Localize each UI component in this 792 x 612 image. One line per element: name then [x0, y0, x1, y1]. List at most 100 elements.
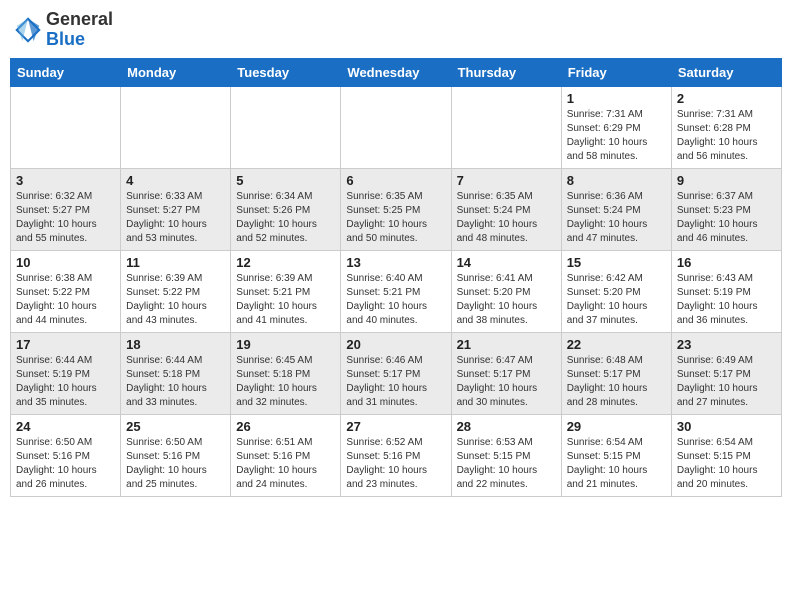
calendar-cell: 2 Sunrise: 7:31 AM Sunset: 6:28 PM Daylig…: [671, 86, 781, 168]
day-number: 20: [346, 337, 445, 352]
weekday-header-monday: Monday: [121, 58, 231, 86]
calendar-cell: [231, 86, 341, 168]
day-number: 6: [346, 173, 445, 188]
day-info: Sunrise: 6:35 AM Sunset: 5:24 PM Dayligh…: [457, 190, 556, 246]
calendar-cell: 26Sunrise: 6:51 AM Sunset: 5:16 PM Dayli…: [231, 414, 341, 496]
week-row-5: 24 Sunrise: 6:50 AM Sunset: 5:16 PM Dayli…: [11, 414, 782, 496]
calendar-cell: 19Sunrise: 6:45 AM Sunset: 5:18 PM Dayli…: [231, 332, 341, 414]
day-info: Sunrise: 6:41 AM Sunset: 5:20 PM Dayligh…: [457, 272, 556, 328]
calendar-cell: 21 Sunrise: 6:47 AM Sunset: 5:17 PM Dayli…: [451, 332, 561, 414]
day-number: 15: [567, 255, 666, 270]
day-info: Sunrise: 6:37 AM Sunset: 5:23 PM Dayligh…: [677, 190, 776, 246]
week-row-3: 10 Sunrise: 6:38 AM Sunset: 5:22 PM Dayli…: [11, 250, 782, 332]
day-number: 17: [16, 337, 115, 352]
day-info: Sunrise: 6:38 AM Sunset: 5:22 PM Dayligh…: [16, 272, 115, 328]
calendar-cell: [341, 86, 451, 168]
calendar-cell: 6Sunrise: 6:35 AM Sunset: 5:25 PM Daylig…: [341, 168, 451, 250]
logo-icon: [14, 16, 42, 44]
weekday-header-tuesday: Tuesday: [231, 58, 341, 86]
calendar-cell: 24 Sunrise: 6:50 AM Sunset: 5:16 PM Dayli…: [11, 414, 121, 496]
day-number: 1: [567, 91, 666, 106]
day-number: 21: [457, 337, 556, 352]
day-number: 19: [236, 337, 335, 352]
week-row-4: 17 Sunrise: 6:44 AM Sunset: 5:19 PM Dayli…: [11, 332, 782, 414]
day-number: 18: [126, 337, 225, 352]
calendar-cell: 28 Sunrise: 6:53 AM Sunset: 5:15 PM Dayli…: [451, 414, 561, 496]
day-info: Sunrise: 6:52 AM Sunset: 5:16 PM Dayligh…: [346, 436, 445, 492]
day-number: 13: [346, 255, 445, 270]
day-number: 4: [126, 173, 225, 188]
logo: General Blue: [14, 10, 113, 50]
day-number: 12: [236, 255, 335, 270]
day-info: Sunrise: 6:42 AM Sunset: 5:20 PM Dayligh…: [567, 272, 666, 328]
day-info: Sunrise: 6:39 AM Sunset: 5:21 PM Dayligh…: [236, 272, 335, 328]
day-number: 7: [457, 173, 556, 188]
day-info: Sunrise: 6:53 AM Sunset: 5:15 PM Dayligh…: [457, 436, 556, 492]
day-info: Sunrise: 6:36 AM Sunset: 5:24 PM Dayligh…: [567, 190, 666, 246]
day-info: Sunrise: 6:51 AM Sunset: 5:16 PM Dayligh…: [236, 436, 335, 492]
weekday-header-row: SundayMondayTuesdayWednesdayThursdayFrid…: [11, 58, 782, 86]
day-info: Sunrise: 6:39 AM Sunset: 5:22 PM Dayligh…: [126, 272, 225, 328]
day-info: Sunrise: 6:32 AM Sunset: 5:27 PM Dayligh…: [16, 190, 115, 246]
day-number: 8: [567, 173, 666, 188]
day-number: 16: [677, 255, 776, 270]
day-number: 25: [126, 419, 225, 434]
calendar-cell: 25Sunrise: 6:50 AM Sunset: 5:16 PM Dayli…: [121, 414, 231, 496]
weekday-header-wednesday: Wednesday: [341, 58, 451, 86]
day-info: Sunrise: 6:50 AM Sunset: 5:16 PM Dayligh…: [16, 436, 115, 492]
calendar-cell: 23 Sunrise: 6:49 AM Sunset: 5:17 PM Dayli…: [671, 332, 781, 414]
day-info: Sunrise: 6:43 AM Sunset: 5:19 PM Dayligh…: [677, 272, 776, 328]
day-info: Sunrise: 6:44 AM Sunset: 5:19 PM Dayligh…: [16, 354, 115, 410]
day-info: Sunrise: 6:48 AM Sunset: 5:17 PM Dayligh…: [567, 354, 666, 410]
calendar-cell: 15 Sunrise: 6:42 AM Sunset: 5:20 PM Dayli…: [561, 250, 671, 332]
day-info: Sunrise: 6:54 AM Sunset: 5:15 PM Dayligh…: [567, 436, 666, 492]
calendar-cell: 16 Sunrise: 6:43 AM Sunset: 5:19 PM Dayli…: [671, 250, 781, 332]
weekday-header-saturday: Saturday: [671, 58, 781, 86]
calendar-cell: 12 Sunrise: 6:39 AM Sunset: 5:21 PM Dayli…: [231, 250, 341, 332]
day-info: Sunrise: 6:34 AM Sunset: 5:26 PM Dayligh…: [236, 190, 335, 246]
calendar-cell: 5 Sunrise: 6:34 AM Sunset: 5:26 PM Daylig…: [231, 168, 341, 250]
calendar-cell: [121, 86, 231, 168]
day-number: 22: [567, 337, 666, 352]
calendar-cell: 4 Sunrise: 6:33 AM Sunset: 5:27 PM Daylig…: [121, 168, 231, 250]
logo-blue: Blue: [46, 30, 113, 50]
weekday-header-thursday: Thursday: [451, 58, 561, 86]
day-info: Sunrise: 6:40 AM Sunset: 5:21 PM Dayligh…: [346, 272, 445, 328]
day-number: 28: [457, 419, 556, 434]
calendar-cell: 30 Sunrise: 6:54 AM Sunset: 5:15 PM Dayli…: [671, 414, 781, 496]
day-info: Sunrise: 7:31 AM Sunset: 6:28 PM Dayligh…: [677, 108, 776, 164]
day-number: 23: [677, 337, 776, 352]
calendar-cell: [11, 86, 121, 168]
weekday-header-friday: Friday: [561, 58, 671, 86]
calendar-cell: 17 Sunrise: 6:44 AM Sunset: 5:19 PM Dayli…: [11, 332, 121, 414]
calendar-cell: 18Sunrise: 6:44 AM Sunset: 5:18 PM Dayli…: [121, 332, 231, 414]
weekday-header-sunday: Sunday: [11, 58, 121, 86]
day-number: 5: [236, 173, 335, 188]
day-number: 3: [16, 173, 115, 188]
day-number: 10: [16, 255, 115, 270]
calendar-cell: 9 Sunrise: 6:37 AM Sunset: 5:23 PM Daylig…: [671, 168, 781, 250]
day-number: 24: [16, 419, 115, 434]
week-row-1: 1Sunrise: 7:31 AM Sunset: 6:29 PM Daylig…: [11, 86, 782, 168]
day-info: Sunrise: 6:54 AM Sunset: 5:15 PM Dayligh…: [677, 436, 776, 492]
calendar-cell: 14Sunrise: 6:41 AM Sunset: 5:20 PM Dayli…: [451, 250, 561, 332]
calendar-cell: 3 Sunrise: 6:32 AM Sunset: 5:27 PM Daylig…: [11, 168, 121, 250]
calendar-cell: 27Sunrise: 6:52 AM Sunset: 5:16 PM Dayli…: [341, 414, 451, 496]
week-row-2: 3 Sunrise: 6:32 AM Sunset: 5:27 PM Daylig…: [11, 168, 782, 250]
day-number: 9: [677, 173, 776, 188]
calendar-cell: 13 Sunrise: 6:40 AM Sunset: 5:21 PM Dayli…: [341, 250, 451, 332]
page-header: General Blue: [10, 10, 782, 50]
day-number: 30: [677, 419, 776, 434]
day-info: Sunrise: 6:33 AM Sunset: 5:27 PM Dayligh…: [126, 190, 225, 246]
calendar-cell: [451, 86, 561, 168]
calendar-cell: 11 Sunrise: 6:39 AM Sunset: 5:22 PM Dayli…: [121, 250, 231, 332]
day-number: 11: [126, 255, 225, 270]
calendar-cell: 20Sunrise: 6:46 AM Sunset: 5:17 PM Dayli…: [341, 332, 451, 414]
day-info: Sunrise: 6:49 AM Sunset: 5:17 PM Dayligh…: [677, 354, 776, 410]
day-info: Sunrise: 6:47 AM Sunset: 5:17 PM Dayligh…: [457, 354, 556, 410]
calendar-cell: 10 Sunrise: 6:38 AM Sunset: 5:22 PM Dayli…: [11, 250, 121, 332]
calendar-cell: 29Sunrise: 6:54 AM Sunset: 5:15 PM Dayli…: [561, 414, 671, 496]
day-number: 2: [677, 91, 776, 106]
calendar-cell: 1Sunrise: 7:31 AM Sunset: 6:29 PM Daylig…: [561, 86, 671, 168]
logo-general: General: [46, 10, 113, 30]
